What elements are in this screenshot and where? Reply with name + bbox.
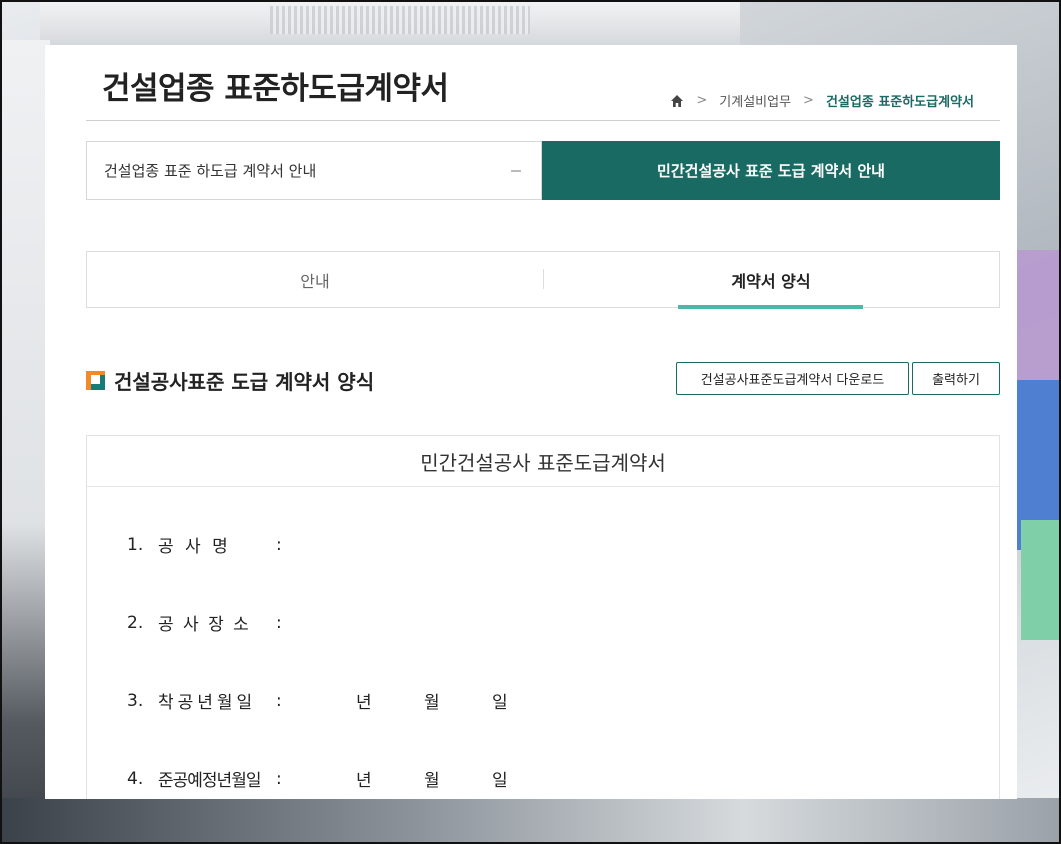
tab-contract-form[interactable]: 계약서 양식 (543, 252, 999, 307)
field-completion-date: 4. 준공예정년월일 : 년 월 일 (127, 766, 560, 792)
sub-tab-label: 민간건설공사 표준 도급 계약서 안내 (657, 162, 885, 180)
sub-tab-private-contract-guide[interactable]: 민간건설공사 표준 도급 계약서 안내 (542, 141, 1000, 200)
chevron-right-icon: > (803, 93, 814, 108)
sub-tab-label: 건설업종 표준 하도급 계약서 안내 (104, 162, 317, 180)
sub-tabs: 건설업종 표준 하도급 계약서 안내 민간건설공사 표준 도급 계약서 안내 (86, 141, 1000, 200)
breadcrumb-current[interactable]: 건설업종 표준하도급계약서 (826, 91, 974, 110)
breadcrumb: > 기계설비업무 > 건설업종 표준하도급계약서 (670, 91, 974, 110)
content-panel: 건설업종 표준하도급계약서 > 기계설비업무 > 건설업종 표준하도급계약서 건… (45, 45, 1017, 799)
date-placeholder: 년 월 일 (356, 693, 508, 713)
breadcrumb-item[interactable]: 기계설비업무 (719, 91, 791, 110)
home-icon[interactable] (670, 94, 684, 108)
sub-tab-subcontract-guide[interactable]: 건설업종 표준 하도급 계약서 안내 (86, 141, 542, 200)
minus-icon (511, 169, 521, 172)
tab-guide[interactable]: 안내 (87, 252, 543, 307)
title-divider (86, 120, 1000, 121)
document-title: 민간건설공사 표준도급계약서 (87, 436, 999, 487)
date-placeholder: 년 월 일 (356, 771, 508, 791)
download-button[interactable]: 건설공사표준도급계약서 다운로드 (676, 362, 909, 395)
chevron-right-icon: > (696, 93, 708, 108)
section-title: 건설공사표준 도급 계약서 양식 (114, 370, 375, 394)
contract-document: 민간건설공사 표준도급계약서 1. 공 사 명 : 2. 공 사 장 소 : 3… (86, 435, 1000, 799)
field-start-date: 3. 착공년월일 : 년 월 일 (127, 688, 560, 714)
page-title: 건설업종 표준하도급계약서 (102, 71, 449, 107)
background-laptop (40, 0, 740, 48)
field-project-site: 2. 공 사 장 소 : (127, 612, 282, 636)
field-project-name: 1. 공 사 명 : (127, 534, 282, 558)
section-header: 건설공사표준 도급 계약서 양식 (86, 366, 374, 395)
content-tabs: 안내 계약서 양식 (86, 251, 1000, 308)
active-tab-indicator (678, 305, 863, 309)
print-button[interactable]: 출력하기 (912, 362, 1000, 395)
section-bullet-icon (86, 371, 105, 390)
background-document (0, 40, 50, 844)
